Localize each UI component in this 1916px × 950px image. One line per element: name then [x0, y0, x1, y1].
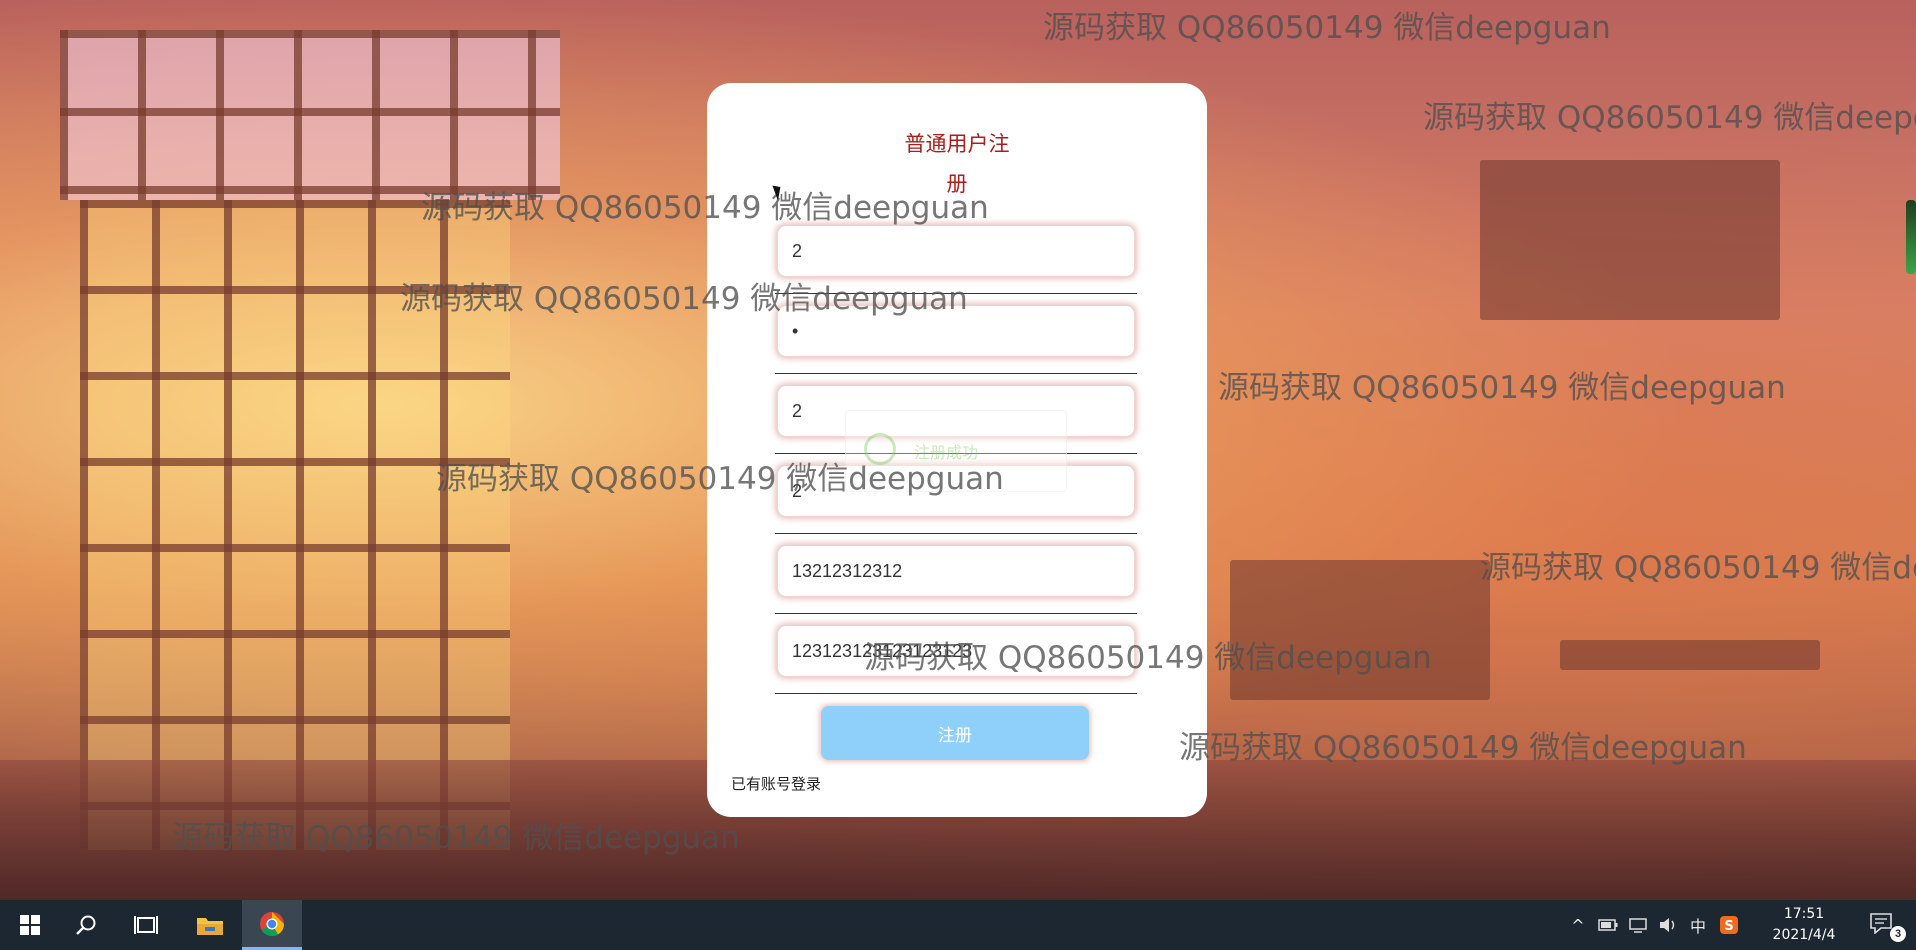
- id-number-input[interactable]: [777, 625, 1135, 677]
- svg-text:S: S: [1724, 919, 1733, 934]
- notification-badge: 3: [1890, 926, 1906, 942]
- field-row-5: [775, 545, 1137, 614]
- field-row-6: [775, 625, 1137, 694]
- system-clock[interactable]: 17:51 2021/4/4: [1764, 904, 1844, 946]
- chevron-up-icon[interactable]: ^: [1568, 914, 1588, 936]
- title-line-1: 普通用户注: [904, 133, 1010, 156]
- ime-indicator[interactable]: 中: [1686, 914, 1710, 936]
- battery-icon[interactable]: [1596, 914, 1620, 936]
- field-row-2: [775, 305, 1137, 374]
- taskbar: ^ 中 S 17:51 2021/4/4 3: [0, 900, 1916, 950]
- search-icon[interactable]: [56, 900, 116, 950]
- password-input[interactable]: [777, 305, 1135, 357]
- field-row-1: [775, 225, 1137, 294]
- phone-input[interactable]: [777, 545, 1135, 597]
- chrome-icon[interactable]: [242, 900, 302, 950]
- sogou-icon[interactable]: S: [1716, 914, 1742, 936]
- watermark-text: 源码获取 QQ86050149 微信deepguan: [1423, 100, 1916, 136]
- windows-start-icon[interactable]: [0, 900, 60, 950]
- side-indicator: [1906, 200, 1916, 274]
- watermark-text: 源码获取 QQ86050149 微信deepguan: [1480, 550, 1916, 586]
- clock-date: 2021/4/4: [1772, 927, 1836, 943]
- wallpaper-window-upper: [60, 30, 560, 200]
- register-button[interactable]: 注册: [821, 706, 1089, 760]
- desktop-wallpaper: 普通用户注 册 注册 已有账号登录 注册成功 源码获取 QQ86050149 微…: [0, 0, 1916, 900]
- wallpaper-window-lower: [80, 200, 510, 850]
- wallpaper-cabinet: [1480, 160, 1780, 320]
- volume-icon[interactable]: [1656, 914, 1680, 936]
- file-explorer-icon[interactable]: [180, 900, 240, 950]
- check-circle-icon: [864, 433, 896, 465]
- success-toast: 注册成功: [845, 410, 1067, 492]
- task-view-icon[interactable]: [116, 900, 176, 950]
- login-link[interactable]: 已有账号登录: [731, 773, 821, 794]
- username-input[interactable]: [777, 225, 1135, 277]
- wallpaper-dresser: [1230, 560, 1490, 700]
- watermark-text: 源码获取 QQ86050149 微信deepguan: [1043, 10, 1611, 46]
- wallpaper-desk: [1560, 640, 1820, 670]
- clock-time: 17:51: [1783, 906, 1825, 922]
- network-icon[interactable]: [1626, 914, 1650, 936]
- watermark-text: 源码获取 QQ86050149 微信deepguan: [1218, 370, 1786, 406]
- toast-message: 注册成功: [914, 443, 979, 462]
